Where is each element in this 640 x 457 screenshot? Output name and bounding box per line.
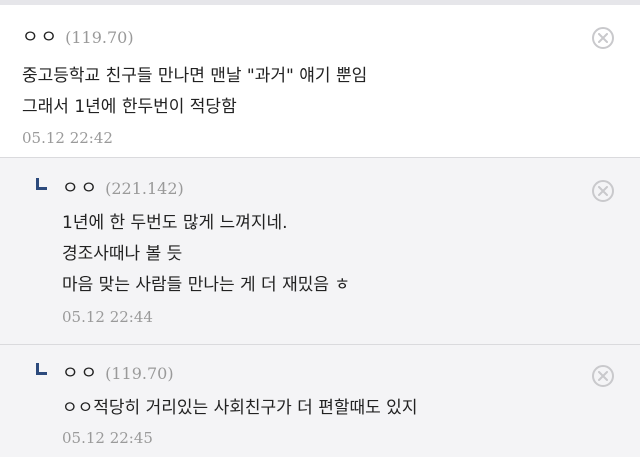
nickname[interactable]: ㅇㅇ [62,174,99,200]
comment-line: 1년에 한 두번도 많게 느껴지네. [62,213,288,233]
comment-meta: ㅇㅇ (119.70) [22,23,134,49]
nickname[interactable]: ㅇㅇ [62,359,99,385]
comment-line: 경조사때나 볼 듯 [62,244,183,264]
comment-meta: ㅇㅇ (221.142) [62,174,184,200]
comment-meta: ㅇㅇ (119.70) [62,359,174,385]
nickname[interactable]: ㅇㅇ [22,23,59,49]
reply-item: ㅇㅇ (221.142) 1년에 한 두번도 많게 느껴지네. 경조사때나 볼 … [0,158,640,345]
ip-address: (221.142) [105,179,184,198]
reply-item: ㅇㅇ (119.70) ㅇㅇ적당히 거리있는 사회친구가 더 편할때도 있지 0… [0,345,640,457]
comment-line: ㅇㅇ적당히 거리있는 사회친구가 더 편할때도 있지 [62,398,418,418]
comment-date: 05.12 22:45 [62,429,153,447]
comment-body: ㅇㅇ적당히 거리있는 사회친구가 더 편할때도 있지 [62,393,417,424]
comment-line: 마음 맞는 사람들 만나는 게 더 재밌음 ㅎ [62,275,351,295]
delete-button[interactable] [592,27,614,49]
ip-address: (119.70) [105,364,174,383]
close-icon [598,33,608,43]
comment-line: 중고등학교 친구들 만나면 맨날 "과거" 얘기 뿐임 [22,66,368,86]
delete-button[interactable] [592,180,614,202]
comment-body: 중고등학교 친구들 만나면 맨날 "과거" 얘기 뿐임 그래서 1년에 한두번이… [22,61,367,123]
comment-item: ㅇㅇ (119.70) 중고등학교 친구들 만나면 맨날 "과거" 얘기 뿐임 … [0,5,640,158]
ip-address: (119.70) [65,28,134,47]
close-icon [598,186,608,196]
close-icon [598,371,608,381]
reply-arrow-icon [36,363,47,375]
comment-date: 05.12 22:44 [62,308,153,326]
comment-date: 05.12 22:42 [22,129,113,147]
reply-arrow-icon [36,178,47,190]
comment-body: 1년에 한 두번도 많게 느껴지네. 경조사때나 볼 듯 마음 맞는 사람들 만… [62,208,350,301]
comment-line: 그래서 1년에 한두번이 적당함 [22,97,237,117]
delete-button[interactable] [592,365,614,387]
